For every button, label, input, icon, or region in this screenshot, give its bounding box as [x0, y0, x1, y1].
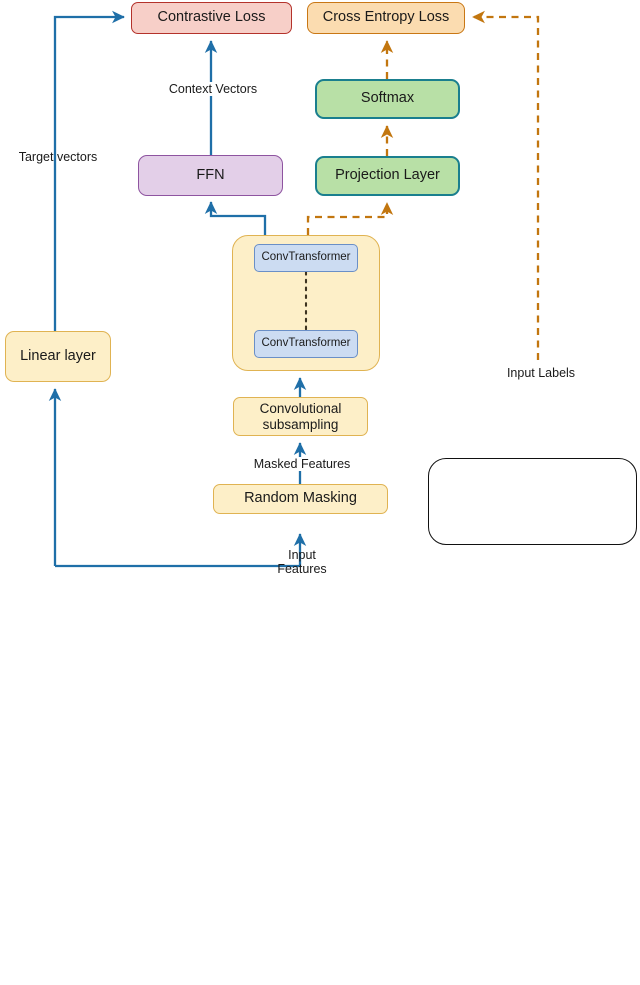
- node-label: FFN: [196, 166, 225, 183]
- node-ffn[interactable]: FFN: [138, 155, 283, 196]
- edge-label-input-labels: Input Labels: [506, 366, 576, 380]
- legend-box: Labelled and Unlabeled Data Only Labelle…: [428, 458, 637, 545]
- node-label-line1: Convolutional: [259, 400, 342, 416]
- diagram-canvas: Contrastive Loss Cross Entropy Loss Soft…: [0, 0, 640, 580]
- node-label-line2: subsampling: [262, 416, 339, 432]
- node-linear-layer[interactable]: Linear layer: [5, 331, 111, 382]
- node-label: Convolutional subsampling: [260, 401, 342, 433]
- edge-label-context-vectors: Context Vectors: [155, 82, 271, 97]
- node-projection-layer[interactable]: Projection Layer: [315, 156, 460, 196]
- node-label: Contrastive Loss: [157, 9, 266, 26]
- node-label: Random Masking: [244, 490, 357, 507]
- node-convolutional-subsampling[interactable]: Convolutional subsampling: [233, 397, 368, 436]
- node-label: Linear layer: [20, 347, 96, 364]
- node-softmax[interactable]: Softmax: [315, 79, 460, 119]
- node-label: Projection Layer: [335, 167, 440, 184]
- node-conv-transformer-bottom[interactable]: ConvTransformer: [254, 330, 358, 358]
- node-label: ConvTransformer: [261, 251, 351, 264]
- node-cross-entropy-loss[interactable]: Cross Entropy Loss: [307, 2, 465, 34]
- edge-label-input-features-line2: Features: [277, 562, 327, 577]
- node-label: ConvTransformer: [261, 337, 351, 350]
- node-random-masking[interactable]: Random Masking: [213, 484, 388, 514]
- node-contrastive-loss[interactable]: Contrastive Loss: [131, 2, 292, 34]
- edge-label-input-features: Input Features: [262, 548, 342, 577]
- node-label: Cross Entropy Loss: [322, 9, 450, 26]
- node-label: Softmax: [360, 90, 415, 107]
- edge-label-target-vectors: Target vectors: [18, 150, 98, 164]
- edge-label-masked-features: Masked Features: [236, 457, 368, 472]
- edge-label-input-features-line1: Input: [288, 548, 316, 562]
- node-conv-transformer-top[interactable]: ConvTransformer: [254, 244, 358, 272]
